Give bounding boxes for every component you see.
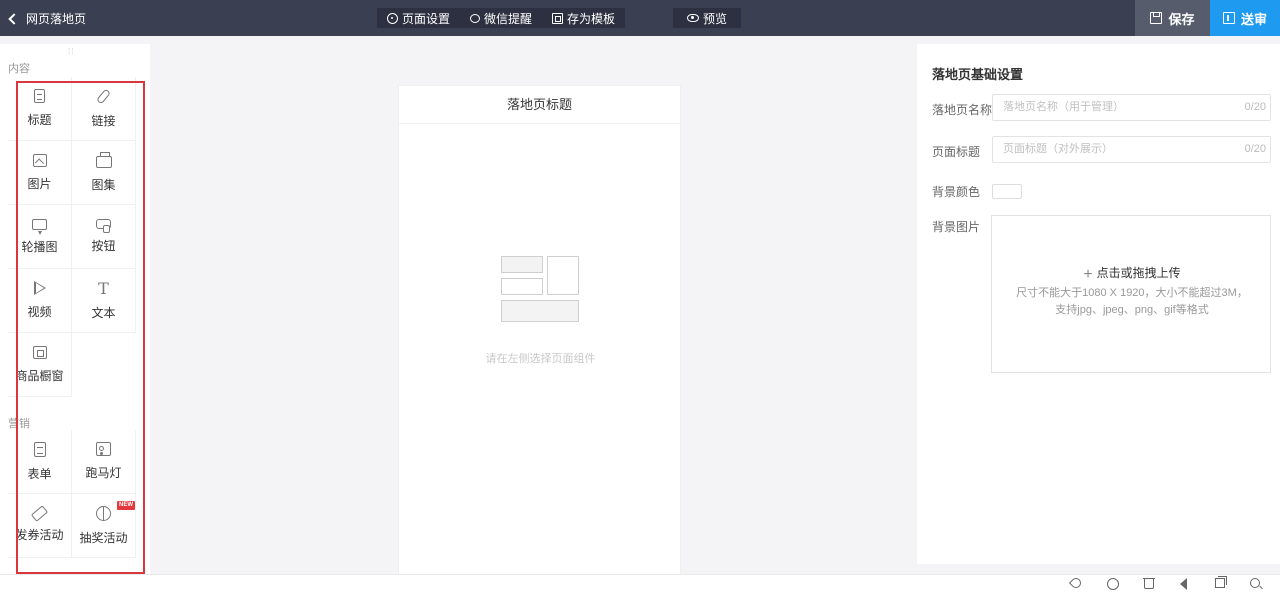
page-settings-label: 页面设置 [402, 11, 451, 26]
save-label: 保存 [1168, 11, 1195, 27]
back-label: 网页落地页 [26, 11, 87, 26]
empty-canvas-hint: 请在左侧选择页面组件 [485, 353, 596, 365]
preview-group: 预览 [673, 8, 742, 28]
bg-image-upload[interactable]: + 点击或拖拽上传 尺寸不能大于1080 X 1920，大小不能超过3M， 支持j… [991, 215, 1271, 373]
wechat-icon [470, 13, 481, 23]
upload-hint-line2: 支持jpg、jpeg、png、gif等格式 [1055, 304, 1209, 316]
upload-hint-line1: 尺寸不能大于1080 X 1920，大小不能超过3M， [1016, 287, 1248, 299]
back-button[interactable]: 网页落地页 [8, 0, 87, 36]
submit-review-label: 送审 [1240, 11, 1267, 27]
settings-panel: 落地页基础设置 落地页名称 落地页名称（用于管理） 0/20 页面标题 页面标题… [917, 44, 1280, 564]
page-settings-button[interactable]: 页面设置 [377, 8, 460, 28]
page-name-label: 落地页名称 [932, 103, 993, 117]
preview-label: 预览 [703, 11, 728, 26]
eye-icon [687, 14, 699, 22]
save-button[interactable]: 保存 [1135, 0, 1210, 36]
component-highlight-frame [16, 81, 145, 574]
submit-review-button[interactable]: 送审 [1210, 0, 1280, 36]
clean-icon[interactable] [1107, 578, 1119, 590]
settings-title: 落地页基础设置 [932, 67, 1024, 82]
toolbar-actions: 页面设置 微信提醒 存为模板 [377, 8, 626, 28]
search-icon[interactable] [1250, 578, 1260, 588]
content-section-title: 内容 [8, 63, 30, 75]
window-icon[interactable] [1215, 576, 1227, 588]
upload-label: 点击或拖拽上传 [1096, 266, 1181, 280]
chevron-left-icon [8, 12, 20, 25]
floppy-icon [1150, 12, 1163, 24]
upload-prompt: + 点击或拖拽上传 [992, 264, 1272, 284]
empty-layout-illustration [501, 256, 579, 324]
save-as-template-button[interactable]: 存为模板 [542, 8, 625, 28]
page-title-label: 页面标题 [932, 145, 981, 159]
trash-icon[interactable] [1143, 578, 1155, 589]
template-icon [552, 12, 564, 24]
bg-image-label: 背景图片 [932, 220, 981, 234]
sound-icon[interactable] [1180, 578, 1187, 590]
landing-page-title[interactable]: 落地页标题 [399, 86, 680, 124]
upload-icon [1222, 12, 1235, 24]
page-title-input[interactable]: 页面标题（对外展示） 0/20 [992, 136, 1271, 163]
preview-button[interactable]: 预览 [673, 8, 741, 28]
plus-icon: + [1083, 266, 1093, 283]
wechat-reminder-button[interactable]: 微信提醒 [460, 8, 542, 28]
page-name-input[interactable]: 落地页名称（用于管理） 0/20 [992, 94, 1271, 121]
landing-page-canvas[interactable]: 落地页标题 请在左侧选择页面组件 [398, 85, 681, 575]
bottom-status-bar [0, 574, 1280, 592]
bg-color-label: 背景颜色 [932, 185, 981, 199]
top-bar: 网页落地页 页面设置 微信提醒 存为模板 预览 保存 送审 [0, 0, 1280, 36]
rocket-icon[interactable] [1068, 575, 1084, 591]
drag-handle-icon[interactable]: ⁞⁞ [68, 47, 74, 56]
page-name-placeholder: 落地页名称（用于管理） [1003, 101, 1124, 113]
bg-color-picker[interactable] [992, 184, 1022, 199]
page-title-char-count: 0/20 [1244, 143, 1266, 155]
page-title-placeholder: 页面标题（对外展示） [1003, 143, 1113, 155]
page-name-char-count: 0/20 [1244, 101, 1266, 113]
wechat-reminder-label: 微信提醒 [484, 11, 533, 26]
gear-icon [387, 12, 398, 24]
save-as-template-label: 存为模板 [567, 11, 616, 26]
